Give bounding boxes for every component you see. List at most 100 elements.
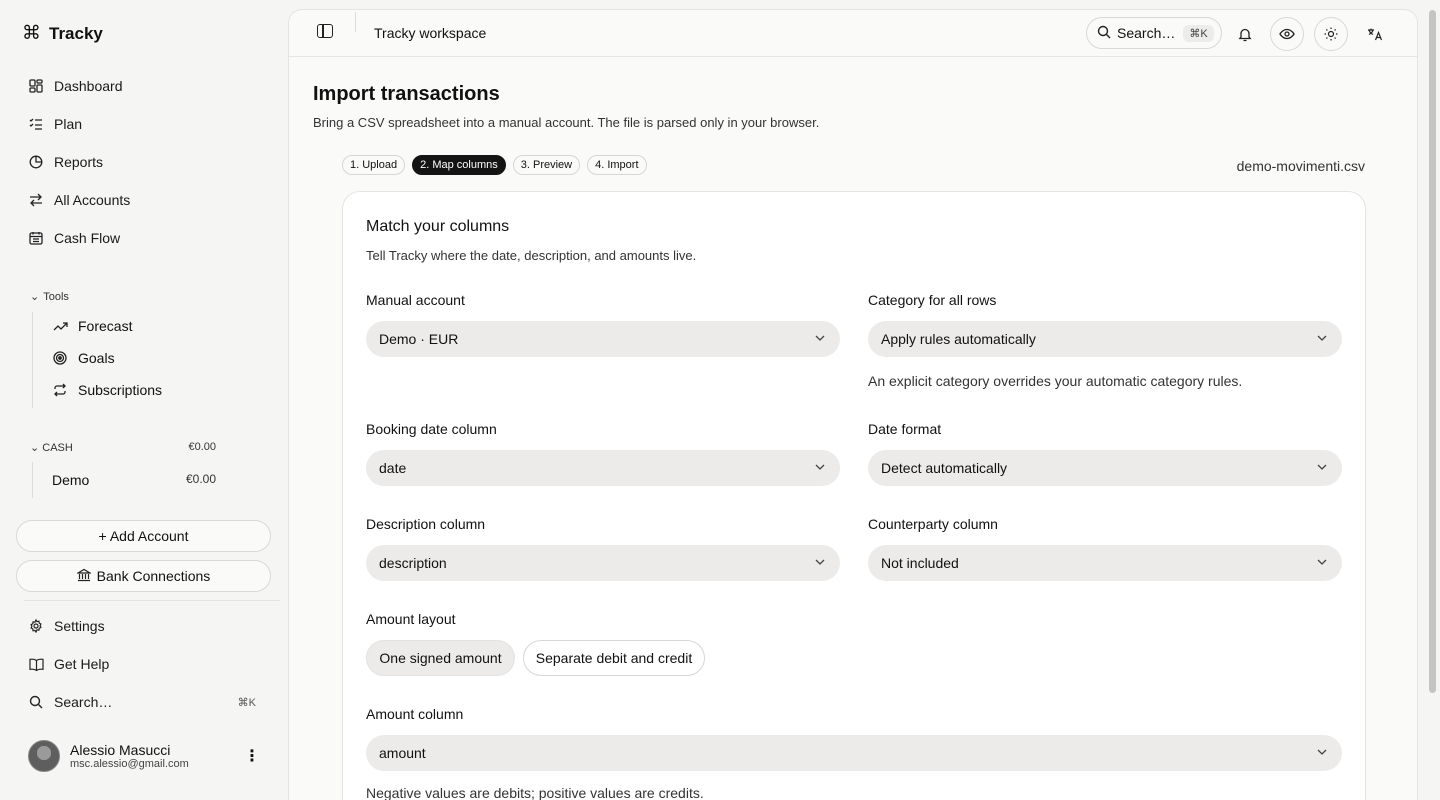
topbar: Tracky workspace Search… ⌘K xyxy=(289,10,1417,57)
tools-group-toggle[interactable]: ⌄ Tools xyxy=(30,290,69,304)
sidebar-item-goals[interactable]: Goals xyxy=(52,350,115,366)
sidebar-item-subscriptions[interactable]: Subscriptions xyxy=(52,382,162,398)
bank-connections-label: Bank Connections xyxy=(96,568,211,584)
sidebar-item-label: Forecast xyxy=(78,318,133,334)
search-icon xyxy=(28,694,44,710)
account-name: Demo xyxy=(52,472,90,488)
trend-up-icon xyxy=(52,318,68,334)
search-shortcut: ⌘K xyxy=(237,696,256,709)
sidebar-item-forecast[interactable]: Forecast xyxy=(52,318,132,334)
list-icon xyxy=(28,116,44,132)
amount-layout-signed-option[interactable]: One signed amount xyxy=(366,640,515,676)
main-panel: Tracky workspace Search… ⌘K Import trans… xyxy=(288,9,1418,800)
repeat-icon xyxy=(52,382,68,398)
amount-layout-debit-credit-option[interactable]: Separate debit and credit xyxy=(523,640,705,676)
description-label: Description column xyxy=(366,516,486,532)
cash-group-line xyxy=(32,462,33,498)
step-upload[interactable]: 1. Upload xyxy=(342,155,406,175)
sidebar-item-label: Reports xyxy=(54,154,104,170)
booking-date-label: Booking date column xyxy=(366,421,497,437)
user-info: Alessio Masucci msc.alessio@gmail.com xyxy=(70,742,189,770)
topbar-search-label: Search… xyxy=(1117,25,1176,41)
booking-date-select[interactable]: date xyxy=(366,450,840,486)
sidebar-item-settings[interactable]: Settings xyxy=(28,616,105,636)
calendar-icon xyxy=(28,230,44,246)
description-select[interactable]: description xyxy=(366,545,840,581)
sidebar-item-dashboard[interactable]: Dashboard xyxy=(28,76,123,96)
sidebar-item-cash-flow[interactable]: Cash Flow xyxy=(28,228,120,248)
workspace-title: Tracky workspace xyxy=(374,25,487,41)
category-label: Category for all rows xyxy=(868,292,997,308)
date-format-select[interactable]: Detect automatically xyxy=(868,450,1342,486)
sidebar-item-all-accounts[interactable]: All Accounts xyxy=(28,190,130,210)
counterparty-select[interactable]: Not included xyxy=(868,545,1342,581)
sidebar-item-label: Plan xyxy=(54,116,83,132)
user-profile[interactable]: Alessio Masucci msc.alessio@gmail.com xyxy=(28,740,189,772)
select-value: amount xyxy=(379,745,426,761)
user-name: Alessio Masucci xyxy=(70,742,171,758)
select-value: description xyxy=(379,555,447,571)
brand[interactable]: ⌘ Tracky xyxy=(22,22,103,45)
book-icon xyxy=(28,656,44,672)
bank-icon xyxy=(75,568,92,585)
page-scrollbar[interactable] xyxy=(1429,10,1436,693)
sidebar-item-reports[interactable]: Reports xyxy=(28,152,103,172)
select-value: Detect automatically xyxy=(881,460,1008,476)
step-map-columns[interactable]: 2. Map columns xyxy=(412,155,506,175)
avatar xyxy=(28,740,60,772)
counterparty-label: Counterparty column xyxy=(868,516,998,532)
column-mapping-card: Match your columns Tell Tracky where the… xyxy=(342,191,1366,800)
card-subtitle: Tell Tracky where the date, description,… xyxy=(366,248,697,263)
sidebar-toggle-icon[interactable] xyxy=(317,24,333,38)
cash-group-label: ⌄ CASH xyxy=(30,441,73,454)
chevron-down-icon xyxy=(1316,556,1328,568)
tools-group-label: Tools xyxy=(43,290,69,303)
chevron-down-icon xyxy=(1316,332,1328,344)
eye-icon[interactable] xyxy=(1270,17,1304,51)
cash-group-toggle[interactable]: ⌄ CASH €0.00 xyxy=(30,441,216,454)
sidebar-search-label: Search… xyxy=(54,694,113,710)
add-account-button[interactable]: + Add Account xyxy=(16,520,271,552)
step-import[interactable]: 4. Import xyxy=(587,155,647,175)
topbar-separator xyxy=(355,12,356,32)
category-select[interactable]: Apply rules automatically xyxy=(868,321,1342,357)
sidebar-item-plan[interactable]: Plan xyxy=(28,114,82,134)
topbar-search-button[interactable]: Search… ⌘K xyxy=(1086,17,1222,49)
translate-icon[interactable] xyxy=(1358,17,1392,51)
sidebar-account-demo[interactable]: Demo €0.00 xyxy=(52,472,216,488)
chevron-down-icon: ⌄ xyxy=(30,291,40,303)
step-preview[interactable]: 3. Preview xyxy=(512,155,581,175)
manual-account-label: Manual account xyxy=(366,292,465,308)
sidebar-search[interactable]: Search… ⌘K xyxy=(28,692,256,712)
import-steps: 1. Upload 2. Map columns 3. Preview 4. I… xyxy=(342,155,647,175)
chevron-down-icon xyxy=(1316,746,1328,758)
select-value: Not included xyxy=(881,555,959,571)
bell-icon[interactable] xyxy=(1228,17,1262,51)
sun-icon[interactable] xyxy=(1314,17,1348,51)
card-title: Match your columns xyxy=(366,218,510,235)
amount-column-hint: Negative values are debits; positive val… xyxy=(366,785,704,800)
sidebar: ⌘ Tracky Dashboard Plan Reports All Acco… xyxy=(0,0,287,800)
amount-column-select[interactable]: amount xyxy=(366,735,1342,771)
manual-account-select[interactable]: Demo · EUR xyxy=(366,321,840,357)
command-logo-icon: ⌘ xyxy=(22,23,41,44)
chevron-down-icon xyxy=(814,332,826,344)
more-vertical-icon[interactable]: ⋮ xyxy=(244,746,260,766)
sidebar-item-label: All Accounts xyxy=(54,192,131,208)
sidebar-search-main: Search… xyxy=(28,694,112,710)
search-shortcut: ⌘K xyxy=(1183,24,1214,42)
amount-layout-label: Amount layout xyxy=(366,611,456,627)
chevron-down-icon xyxy=(1316,461,1328,473)
bank-connections-button[interactable]: Bank Connections xyxy=(16,560,271,592)
tools-group-line xyxy=(32,312,33,408)
sidebar-item-get-help[interactable]: Get Help xyxy=(28,654,109,674)
sidebar-divider xyxy=(24,600,280,601)
select-value: Apply rules automatically xyxy=(881,331,1036,347)
date-format-label: Date format xyxy=(868,421,942,437)
cash-label: CASH xyxy=(42,442,73,454)
chevron-down-icon xyxy=(814,461,826,473)
sidebar-item-label: Subscriptions xyxy=(78,382,163,398)
page-subtitle: Bring a CSV spreadsheet into a manual ac… xyxy=(313,115,820,130)
sidebar-item-label: Cash Flow xyxy=(54,230,121,246)
dashboard-icon xyxy=(28,78,44,94)
